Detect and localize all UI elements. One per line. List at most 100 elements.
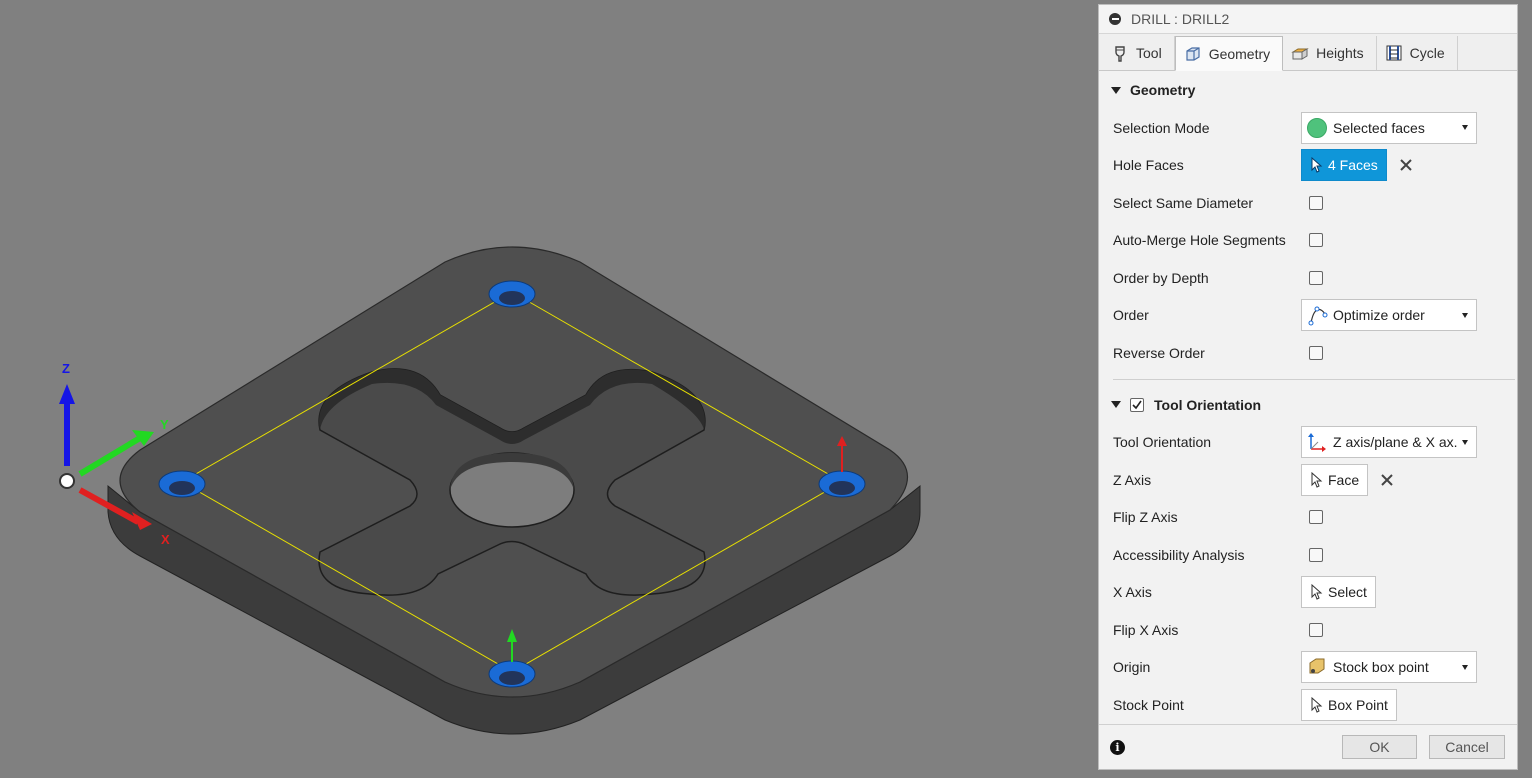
cancel-button[interactable]: Cancel [1429,735,1505,759]
flip-z-axis-checkbox[interactable] [1309,510,1323,525]
tool-orientation-value: Z axis/plane & X ax... [1333,434,1458,451]
stock-point-value: Box Point [1328,696,1388,713]
chevron-down-icon [1462,439,1468,445]
drill-hole-bottom[interactable] [488,660,536,688]
panel-content: Geometry Selection Mode Selected faces H… [1099,71,1517,724]
info-icon[interactable]: i [1110,739,1125,755]
tool-orientation-section-title: Tool Orientation [1154,396,1262,413]
auto-merge-checkbox[interactable] [1309,233,1323,248]
reverse-order-row: Reverse Order [1113,334,1501,372]
axis-label-z: Z [62,361,70,376]
hole-faces-label: Hole Faces [1113,157,1184,174]
accessibility-analysis-row: Accessibility Analysis [1113,536,1501,574]
tab-cycle-label: Cycle [1409,45,1445,61]
select-same-diameter-label: Select Same Diameter [1113,194,1254,211]
heights-icon [1291,48,1309,60]
origin-label: Origin [1113,659,1151,676]
axis-orientation-icon [1308,433,1326,453]
selection-mode-dropdown[interactable]: Selected faces [1301,111,1477,144]
tab-tool[interactable]: Tool [1103,36,1175,70]
ok-button[interactable]: OK [1342,735,1417,759]
cursor-arrow-icon [1311,471,1323,488]
origin-value: Stock box point [1333,659,1429,676]
order-by-depth-row: Order by Depth [1113,259,1501,297]
panel-title: DRILL : DRILL2 [1131,11,1230,27]
stock-box-point-icon [1309,658,1325,674]
collapse-icon[interactable] [1109,13,1121,25]
tool-orientation-row: Tool Orientation Z axis/plane & X ax... [1113,424,1501,462]
flip-x-axis-label: Flip X Axis [1113,621,1179,638]
selection-mode-value: Selected faces [1333,119,1425,136]
auto-merge-row: Auto-Merge Hole Segments [1113,222,1501,260]
tool-orientation-section-header[interactable]: Tool Orientation [1111,386,1501,424]
reverse-order-label: Reverse Order [1113,344,1205,361]
drill-hole-top[interactable] [488,280,536,308]
tool-orientation-enable-checkbox[interactable] [1130,397,1144,412]
cursor-arrow-icon [1311,696,1323,713]
geometry-icon [1186,46,1200,61]
viewport-canvas[interactable]: Z Y X [0,0,1098,778]
chevron-down-icon [1462,312,1468,318]
stock-point-label: Stock Point [1113,696,1184,713]
tab-cycle[interactable]: Cycle [1377,36,1458,70]
order-dropdown[interactable]: Optimize order [1301,299,1477,332]
hole-faces-row: Hole Faces 4 Faces [1113,147,1501,185]
flip-x-axis-checkbox[interactable] [1309,622,1323,637]
flip-z-axis-label: Flip Z Axis [1113,509,1178,526]
tab-bar: Tool Geometry Heights Cycle [1099,34,1517,71]
drill-operation-panel: DRILL : DRILL2 Tool Geometry Heights Cyc… [1098,4,1518,770]
order-by-depth-label: Order by Depth [1113,269,1209,286]
cursor-arrow-icon [1311,584,1323,600]
tab-heights[interactable]: Heights [1283,36,1377,70]
flip-z-axis-row: Flip Z Axis [1113,499,1501,537]
select-same-diameter-checkbox[interactable] [1309,195,1323,210]
z-axis-value: Face [1328,471,1360,488]
origin-dropdown[interactable]: Stock box point [1301,651,1477,684]
3d-viewport[interactable]: Z Y X [0,0,1098,778]
drill-hole-right[interactable] [818,470,866,498]
tool-orientation-label: Tool Orientation [1113,434,1212,451]
x-axis-label: X Axis [1113,584,1152,601]
geometry-section-header[interactable]: Geometry [1111,71,1501,109]
selection-mode-row: Selection Mode Selected faces [1113,109,1501,147]
chevron-down-icon [1462,125,1468,131]
tool-icon [1115,46,1125,62]
drill-hole-left[interactable] [158,470,206,498]
x-axis-select-button[interactable]: Select [1301,576,1376,609]
auto-merge-label: Auto-Merge Hole Segments [1113,232,1286,249]
z-axis-row: Z Axis Face [1113,461,1501,499]
optimize-order-icon [1308,306,1328,326]
selection-mode-label: Selection Mode [1113,119,1210,136]
geometry-section-title: Geometry [1130,82,1196,98]
cursor-arrow-icon [1311,157,1323,173]
select-same-diameter-row: Select Same Diameter [1113,184,1501,222]
order-by-depth-checkbox[interactable] [1309,270,1323,285]
expand-triangle-icon[interactable] [1111,401,1121,408]
panel-titlebar[interactable]: DRILL : DRILL2 [1099,5,1517,34]
clear-selection-icon[interactable] [1399,158,1413,172]
axis-label-x: X [161,532,170,547]
cycle-icon [1386,45,1402,61]
expand-triangle-icon[interactable] [1111,86,1121,94]
tab-tool-label: Tool [1136,45,1162,61]
flip-x-axis-row: Flip X Axis [1113,611,1501,649]
accessibility-analysis-checkbox[interactable] [1309,547,1323,562]
order-value: Optimize order [1333,307,1425,324]
axis-label-y: Y [160,417,169,432]
checkmark-icon [1132,400,1142,409]
origin-row: Origin Stock box point [1113,649,1501,687]
reverse-order-checkbox[interactable] [1309,345,1323,360]
chevron-down-icon [1462,664,1468,670]
tab-geometry[interactable]: Geometry [1174,36,1284,71]
hole-faces-select-button[interactable]: 4 Faces [1301,149,1387,182]
z-axis-select-button[interactable]: Face [1301,463,1369,496]
stock-point-select-button[interactable]: Box Point [1301,688,1397,721]
x-axis-row: X Axis Select [1113,574,1501,612]
x-axis-value: Select [1328,584,1367,601]
order-label: Order [1113,307,1149,324]
tool-orientation-dropdown[interactable]: Z axis/plane & X ax... [1301,426,1477,459]
tab-geometry-label: Geometry [1208,45,1271,62]
accessibility-analysis-label: Accessibility Analysis [1113,546,1245,563]
z-axis-label: Z Axis [1113,471,1152,488]
clear-selection-icon[interactable] [1380,473,1394,487]
